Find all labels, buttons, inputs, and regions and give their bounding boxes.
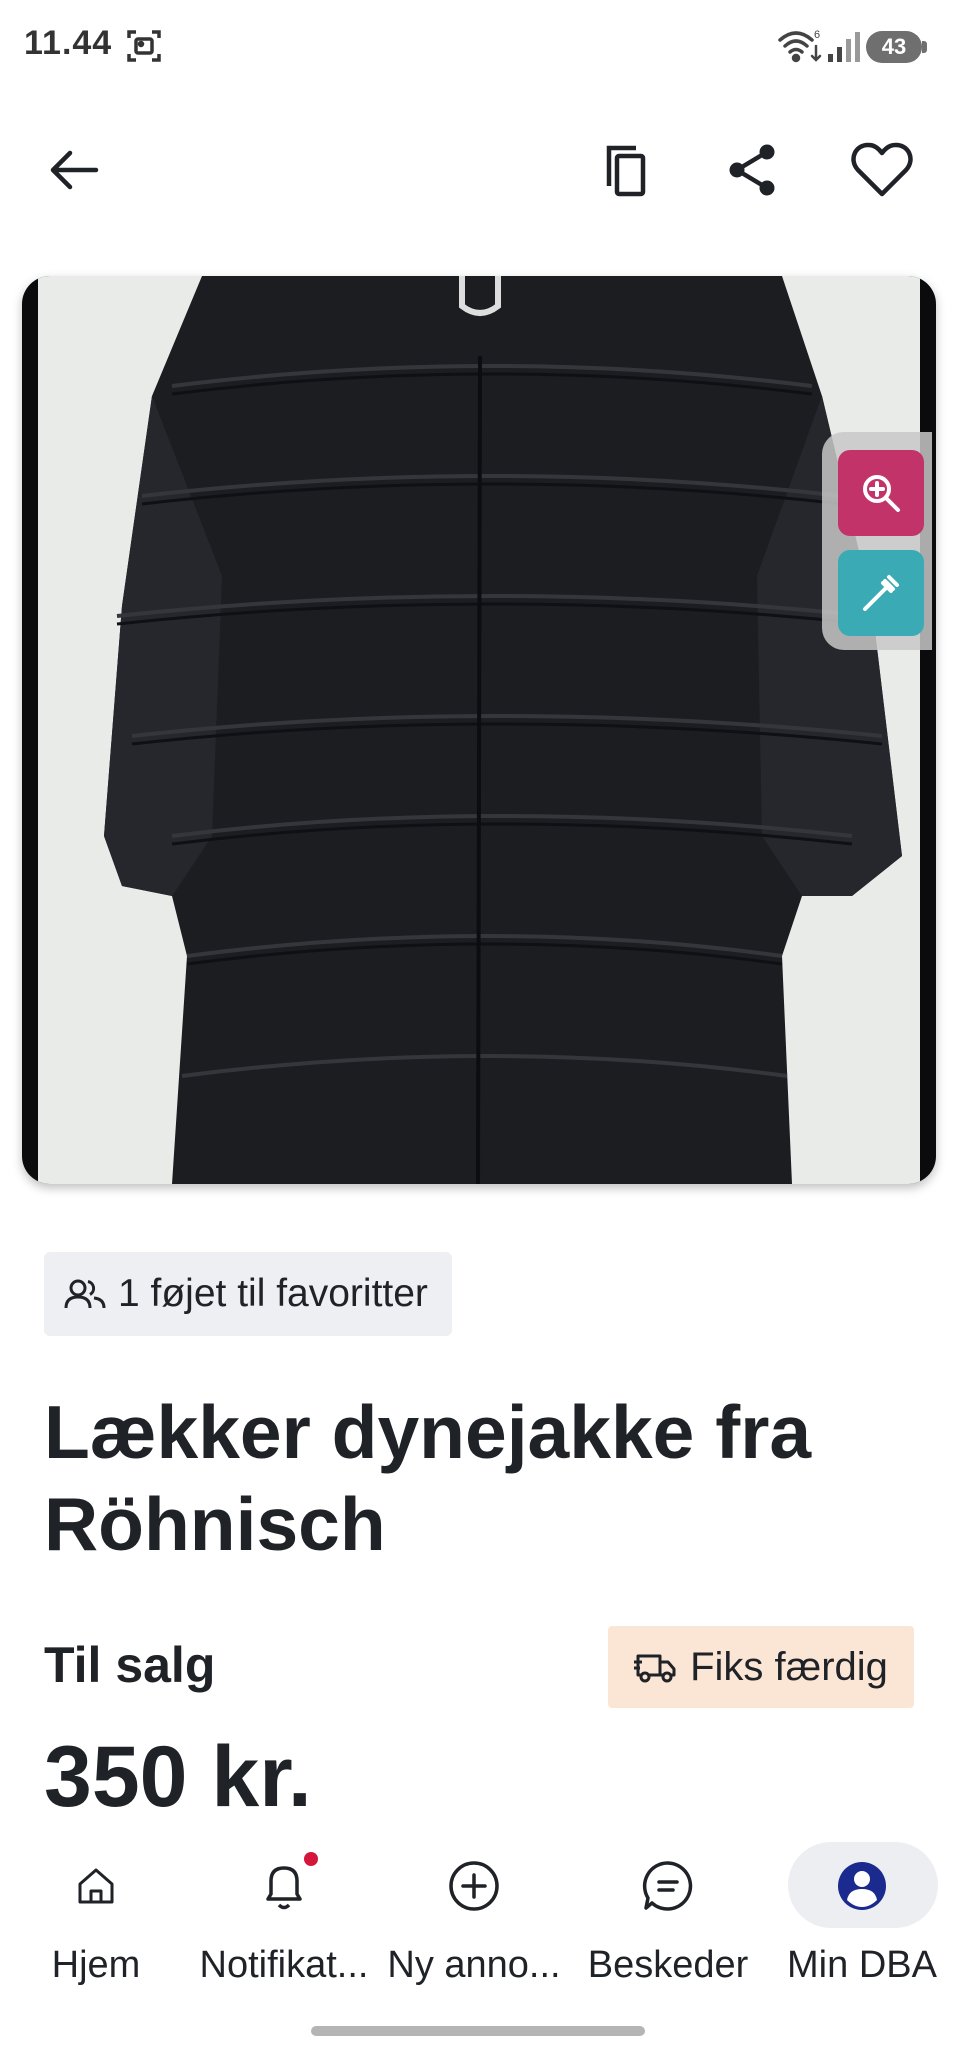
battery-indicator: 43 bbox=[866, 31, 927, 63]
zoom-button[interactable] bbox=[838, 450, 924, 536]
price: 350 kr. bbox=[44, 1729, 312, 1825]
nav-messages[interactable]: Beskeder bbox=[572, 1834, 764, 1986]
shipping-label: Fiks færdig bbox=[690, 1644, 888, 1689]
copy-button[interactable] bbox=[586, 130, 666, 210]
heart-icon bbox=[851, 142, 913, 197]
copy-icon bbox=[606, 145, 646, 197]
home-icon bbox=[64, 1854, 128, 1918]
battery-level: 43 bbox=[881, 34, 907, 59]
back-button[interactable] bbox=[34, 130, 114, 210]
chat-icon bbox=[636, 1854, 700, 1918]
truck-icon bbox=[634, 1654, 676, 1683]
nav-messages-label: Beskeder bbox=[587, 1944, 749, 1986]
nav-home-label: Hjem bbox=[51, 1944, 141, 1986]
nav-notifications[interactable]: Notifikat... bbox=[188, 1834, 380, 1986]
nav-new-ad-label: Ny anno... bbox=[387, 1944, 561, 1986]
nav-home[interactable]: Hjem bbox=[0, 1834, 192, 1986]
nav-notifications-label: Notifikat... bbox=[199, 1944, 369, 1986]
plus-circle-icon bbox=[442, 1854, 506, 1918]
arrow-left-icon bbox=[50, 150, 99, 190]
notification-badge bbox=[304, 1852, 318, 1866]
sale-type-label: Til salg bbox=[44, 1637, 216, 1693]
app-bar bbox=[0, 110, 960, 230]
share-button[interactable] bbox=[713, 130, 793, 210]
user-icon bbox=[830, 1854, 894, 1918]
signal-icon bbox=[826, 30, 862, 64]
zoom-in-icon bbox=[863, 475, 900, 512]
listing-title: Lækker dynejakke fra Röhnisch bbox=[44, 1386, 924, 1570]
favorites-count-text: 1 føjet til favoritter bbox=[118, 1272, 428, 1315]
screenshot-icon bbox=[126, 28, 162, 64]
svg-text:6: 6 bbox=[814, 29, 820, 41]
product-image[interactable] bbox=[22, 276, 936, 1184]
shipping-badge: Fiks færdig bbox=[608, 1626, 914, 1708]
nav-min-dba-label: Min DBA bbox=[787, 1944, 937, 1986]
share-icon bbox=[729, 144, 775, 196]
battery-knob bbox=[922, 41, 927, 53]
listing-title-line1: Lækker dynejakke fra bbox=[44, 1390, 812, 1474]
image-tools-panel bbox=[822, 432, 932, 650]
users-icon bbox=[64, 1279, 106, 1309]
wifi-icon: 6 bbox=[776, 26, 824, 66]
nav-new-ad[interactable]: Ny anno... bbox=[378, 1834, 570, 1986]
eyedropper-icon bbox=[863, 575, 899, 611]
home-indicator[interactable] bbox=[311, 2026, 645, 2036]
favorites-count-chip: 1 føjet til favoritter bbox=[44, 1252, 452, 1336]
favorite-button[interactable] bbox=[842, 130, 922, 210]
color-picker-button[interactable] bbox=[838, 550, 924, 636]
status-time: 11.44 bbox=[24, 24, 113, 62]
nav-min-dba[interactable]: Min DBA bbox=[766, 1834, 958, 1986]
listing-title-line2: Röhnisch bbox=[44, 1482, 386, 1566]
status-bar: 11.44 6 43 bbox=[0, 0, 960, 92]
